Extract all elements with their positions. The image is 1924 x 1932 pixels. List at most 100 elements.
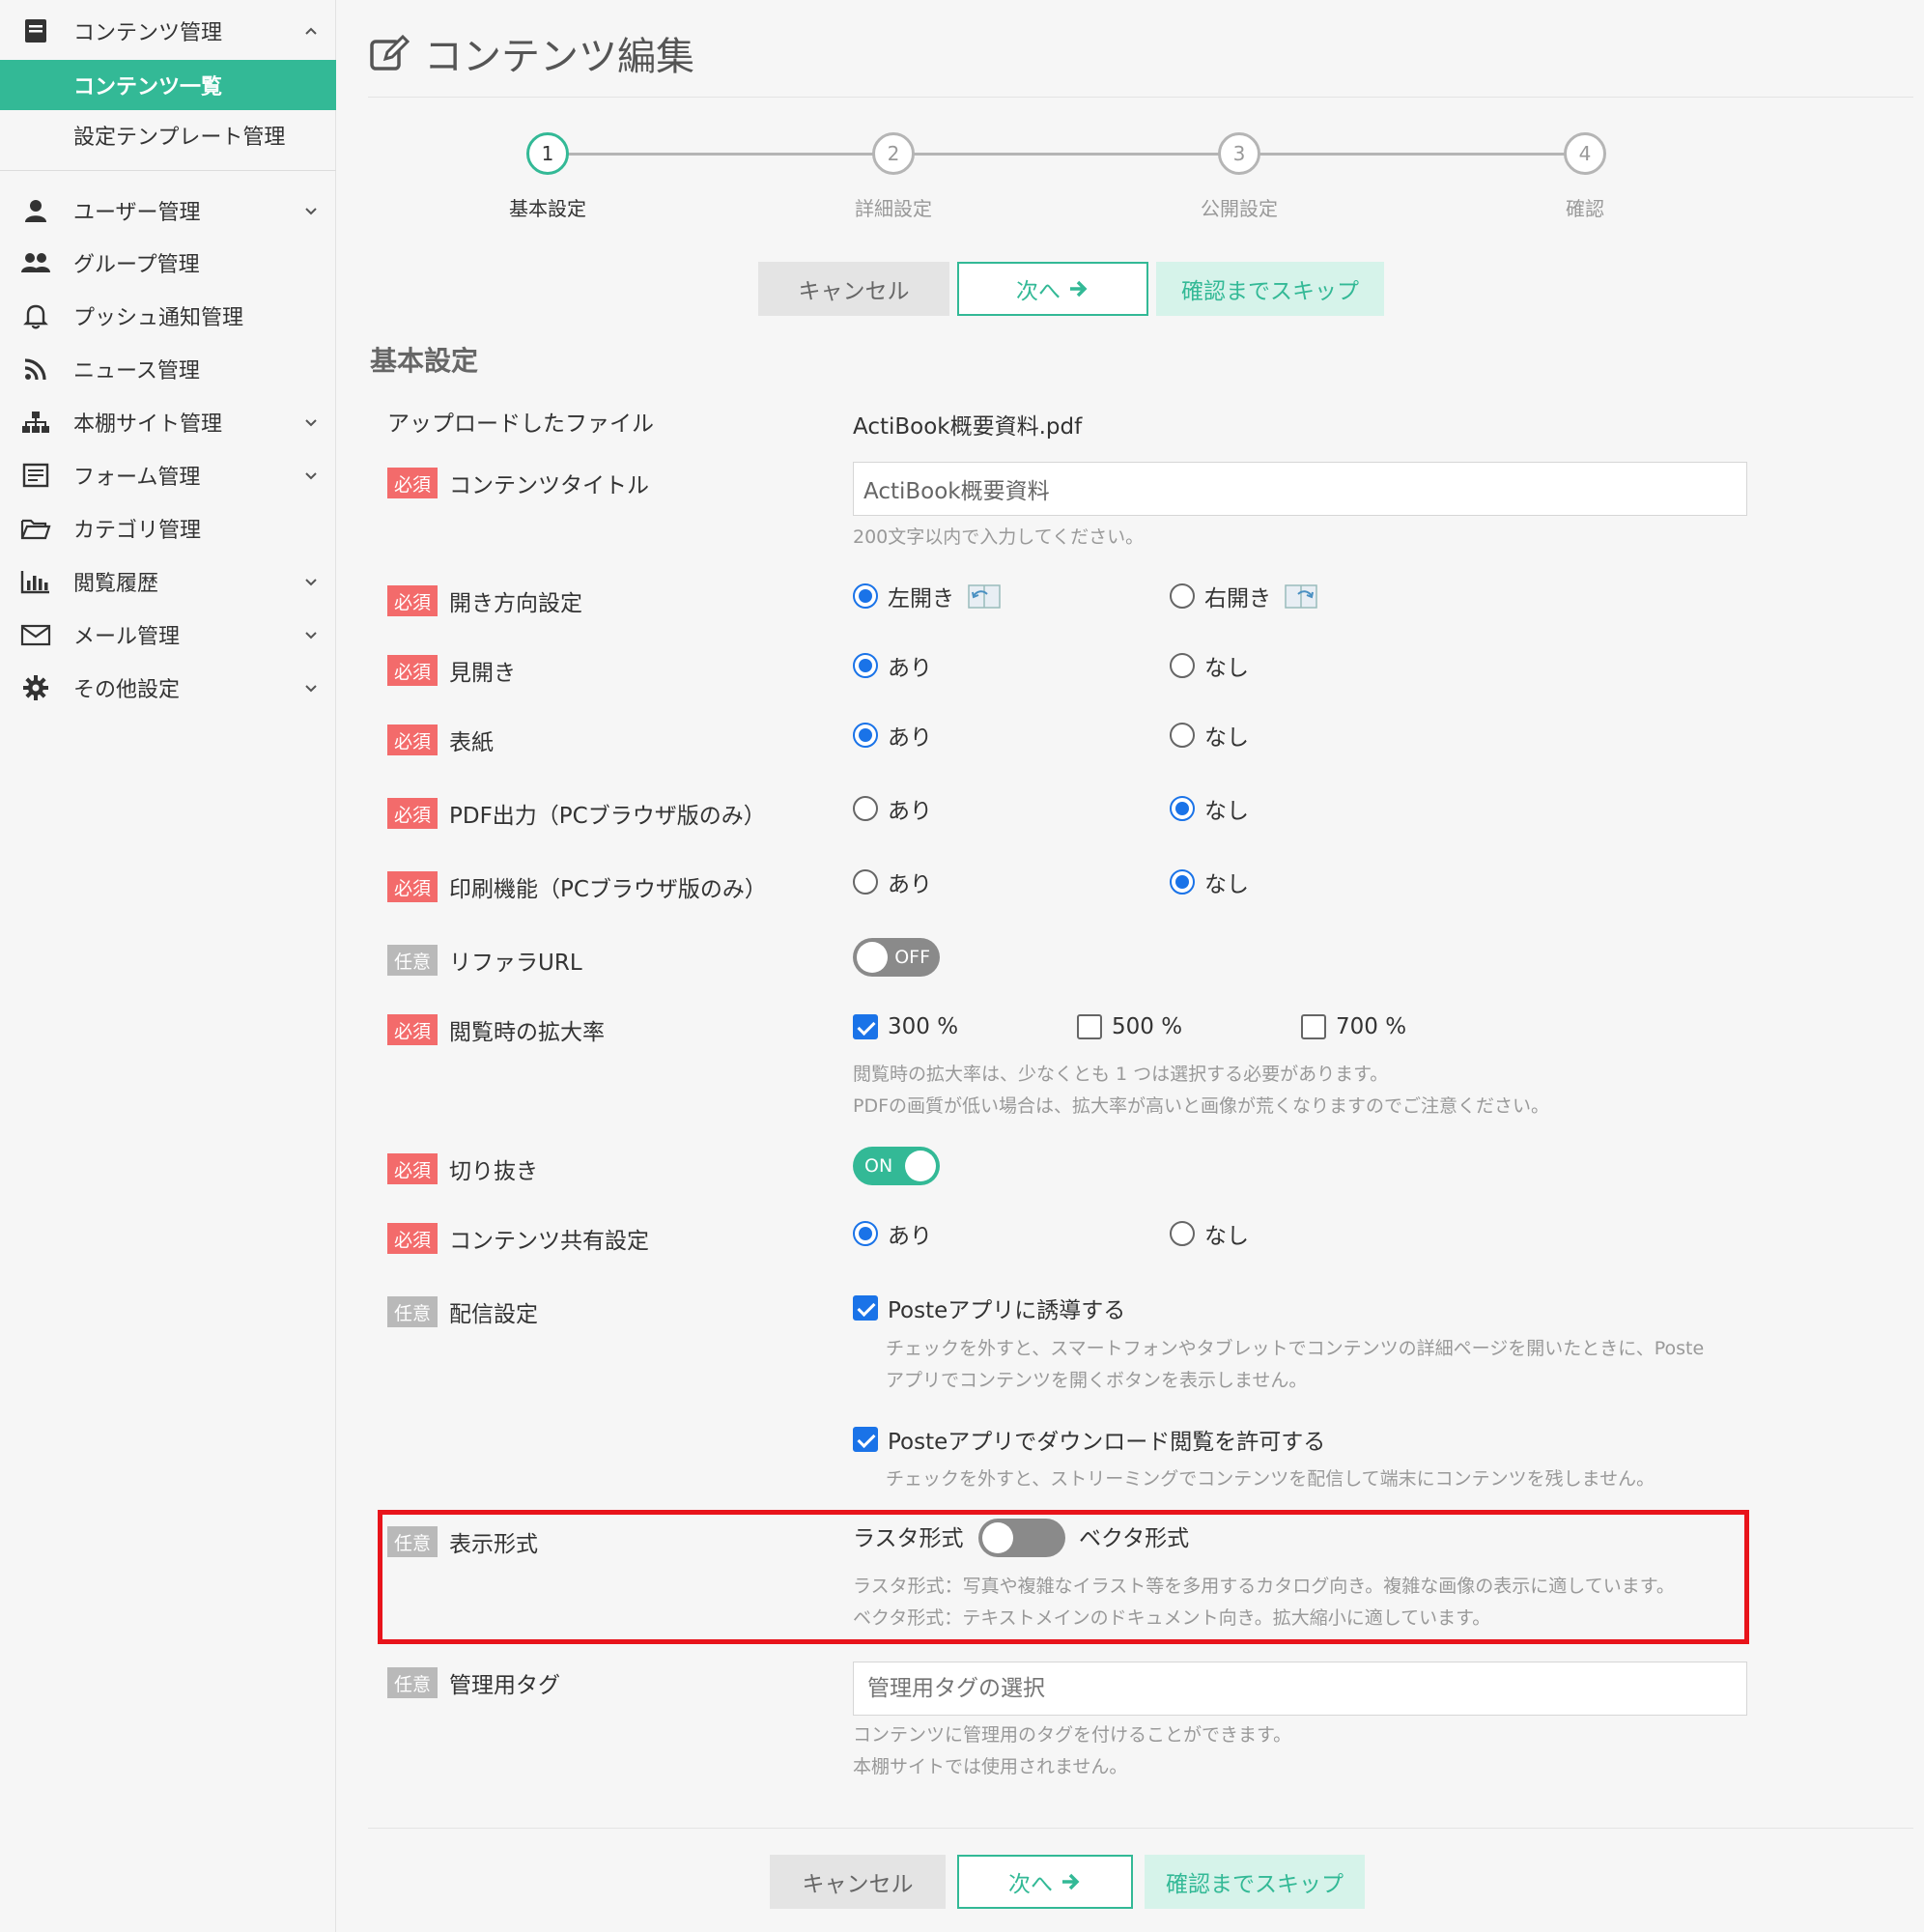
sidebar-item-view-history[interactable]: 閲覧履歴 — [0, 556, 336, 607]
display-format-toggle[interactable] — [978, 1519, 1065, 1557]
print-label: 必須 印刷機能（PCブラウザ版のみ） — [387, 869, 767, 904]
arrow-right-icon — [1062, 1873, 1080, 1890]
crop-label: 必須 切り抜き — [387, 1151, 538, 1186]
mail-icon — [19, 618, 52, 651]
sidebar-item-group-mgmt[interactable]: グループ管理 — [0, 238, 336, 288]
zoom-700-checkbox[interactable]: 700 % — [1301, 1009, 1406, 1044]
sidebar-divider — [0, 170, 336, 171]
direction-right-radio[interactable]: 右開き — [1170, 579, 1317, 613]
arrow-right-icon — [1070, 280, 1088, 298]
vector-format-label: ベクタ形式 — [1079, 1526, 1190, 1551]
zoom-500-checkbox[interactable]: 500 % — [1077, 1009, 1182, 1044]
uploaded-file-label: アップロードしたファイル — [387, 412, 654, 437]
step-2-circle[interactable]: 2 — [872, 132, 915, 175]
spread-label: 必須 見開き — [387, 653, 516, 688]
main-content: コンテンツ編集 1 2 3 4 基本設定 詳細設定 公開設定 確認 キャンセル … — [337, 0, 1924, 1932]
share-label: 必須 コンテンツ共有設定 — [387, 1221, 649, 1256]
print-yes-radio[interactable]: あり — [853, 865, 932, 899]
print-no-radio[interactable]: なし — [1170, 865, 1249, 899]
cover-label: 必須 表紙 — [387, 723, 494, 757]
step-1-label: 基本設定 — [509, 197, 586, 220]
required-badge: 必須 — [387, 724, 438, 755]
next-button[interactable]: 次へ — [957, 262, 1148, 316]
crop-toggle[interactable]: ON — [853, 1147, 940, 1185]
required-badge: 必須 — [387, 468, 438, 498]
user-icon — [19, 194, 52, 227]
referrer-url-label: 任意 リファラURL — [387, 943, 582, 978]
required-badge: 必須 — [387, 871, 438, 902]
sidebar-item-content-mgmt[interactable]: コンテンツ管理 — [0, 6, 336, 56]
group-icon — [19, 246, 52, 279]
management-tags-input[interactable] — [853, 1662, 1747, 1716]
zoom-help-2: PDFの画質が低い場合は、拡大率が高いと画像が荒くなりますのでご注意ください。 — [853, 1095, 1550, 1117]
chevron-down-icon — [305, 208, 317, 215]
chevron-down-icon — [305, 472, 317, 480]
pdf-output-no-radio[interactable]: なし — [1170, 791, 1249, 826]
display-format-help-2: ベクタ形式：テキストメインのドキュメント向き。拡大縮小に適しています。 — [853, 1607, 1491, 1629]
share-no-radio[interactable]: なし — [1170, 1216, 1249, 1251]
step-4-circle[interactable]: 4 — [1564, 132, 1606, 175]
next-button-bottom[interactable]: 次へ — [957, 1855, 1133, 1909]
management-tags-label: 任意 管理用タグ — [387, 1665, 560, 1700]
content-title-input[interactable] — [853, 462, 1747, 516]
section-title: 基本設定 — [370, 345, 479, 377]
sidebar-subitem-template-mgmt[interactable]: 設定テンプレート管理 — [0, 110, 336, 160]
step-4-label: 確認 — [1566, 197, 1604, 220]
optional-badge: 任意 — [387, 945, 438, 976]
chevron-down-icon — [305, 685, 317, 693]
gear-icon — [19, 671, 52, 704]
delivery-label: 任意 配信設定 — [387, 1294, 538, 1329]
title-divider — [368, 97, 1913, 98]
sidebar-subitem-content-list[interactable]: コンテンツ一覧 — [0, 60, 336, 110]
share-yes-radio[interactable]: あり — [853, 1216, 932, 1251]
book-right-open-icon — [1285, 584, 1317, 609]
cancel-button[interactable]: キャンセル — [758, 262, 949, 316]
bell-icon — [19, 299, 52, 332]
spread-no-radio[interactable]: なし — [1170, 648, 1249, 683]
sidebar-item-bookshelf-mgmt[interactable]: 本棚サイト管理 — [0, 397, 336, 447]
zoom-help-1: 閲覧時の拡大率は、少なくとも 1 つは選択する必要があります。 — [853, 1064, 1389, 1085]
sidebar-item-other-settings[interactable]: その他設定 — [0, 663, 336, 713]
sidebar-item-category-mgmt[interactable]: カテゴリ管理 — [0, 503, 336, 554]
step-1-circle[interactable]: 1 — [526, 132, 569, 175]
required-badge: 必須 — [387, 655, 438, 686]
pdf-output-label: 必須 PDF出力（PCブラウザ版のみ） — [387, 796, 766, 831]
cover-no-radio[interactable]: なし — [1170, 718, 1249, 753]
step-3-label: 公開設定 — [1201, 197, 1278, 220]
required-badge: 必須 — [387, 798, 438, 829]
optional-badge: 任意 — [387, 1296, 438, 1327]
sidebar-item-news-mgmt[interactable]: ニュース管理 — [0, 344, 336, 394]
sidebar-item-push-mgmt[interactable]: プッシュ通知管理 — [0, 291, 336, 341]
referrer-url-toggle[interactable]: OFF — [853, 938, 940, 977]
document-icon — [19, 14, 52, 47]
rss-icon — [19, 353, 52, 385]
raster-format-label: ラスタ形式 — [853, 1526, 964, 1551]
required-badge: 必須 — [387, 1153, 438, 1184]
cancel-button-bottom[interactable]: キャンセル — [770, 1855, 946, 1909]
book-left-open-icon — [968, 584, 1001, 609]
optional-badge: 任意 — [387, 1667, 438, 1698]
bottom-divider — [368, 1828, 1913, 1829]
sidebar-item-label: コンテンツ管理 — [73, 21, 223, 45]
sidebar-item-mail-mgmt[interactable]: メール管理 — [0, 610, 336, 660]
management-tags-help-1: コンテンツに管理用のタグを付けることができます。 — [853, 1724, 1292, 1746]
poste-redirect-checkbox[interactable]: Posteアプリに誘導する — [853, 1291, 1125, 1325]
poste-download-checkbox[interactable]: Posteアプリでダウンロード閲覧を許可する — [853, 1422, 1325, 1457]
uploaded-file-value: ActiBook概要資料.pdf — [853, 414, 1083, 440]
stepper-line — [548, 153, 1587, 156]
direction-left-radio[interactable]: 左開き — [853, 579, 1001, 613]
sidebar-item-user-mgmt[interactable]: ユーザー管理 — [0, 185, 336, 236]
cover-yes-radio[interactable]: あり — [853, 718, 932, 753]
required-badge: 必須 — [387, 585, 438, 616]
sidebar-item-form-mgmt[interactable]: フォーム管理 — [0, 450, 336, 500]
zoom-300-checkbox[interactable]: 300 % — [853, 1009, 958, 1044]
skip-to-confirm-button[interactable]: 確認までスキップ — [1156, 262, 1384, 316]
skip-to-confirm-button-bottom[interactable]: 確認までスキップ — [1145, 1855, 1365, 1909]
step-3-circle[interactable]: 3 — [1218, 132, 1260, 175]
direction-label: 必須 開き方向設定 — [387, 583, 582, 618]
pdf-output-yes-radio[interactable]: あり — [853, 791, 932, 826]
poste-redirect-help-2: アプリでコンテンツを開くボタンを表示しません。 — [886, 1370, 1308, 1391]
display-format-help-1: ラスタ形式：写真や複雑なイラスト等を多用するカタログ向き。複雑な画像の表示に適し… — [853, 1576, 1675, 1597]
spread-yes-radio[interactable]: あり — [853, 648, 932, 683]
step-2-label: 詳細設定 — [855, 197, 932, 220]
